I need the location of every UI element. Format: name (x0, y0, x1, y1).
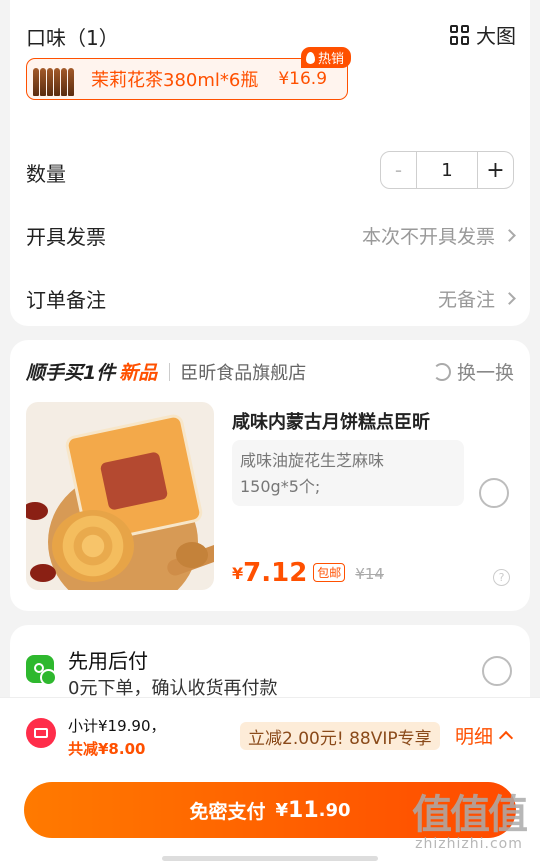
sku-option-selected[interactable]: 茉莉花茶380ml*6瓶 ¥16.9 热销 (26, 47, 351, 100)
pay-later-title: 先用后付 (68, 649, 148, 673)
chevron-up-icon (498, 730, 514, 746)
remark-selector[interactable]: 无备注 (437, 285, 516, 312)
order-options-card: 口味（1） 大图 茉莉花茶380ml*6瓶 ¥16.9 热销 数量 - 1 + … (10, 0, 530, 326)
product-price: ¥ 7.12 包邮 ¥14 (232, 560, 384, 586)
product-spec[interactable]: 咸味油旋花生芝麻味 150g*5个; (232, 440, 464, 506)
remark-label: 订单备注 (26, 288, 106, 312)
pay-amount-int: 11 (288, 797, 319, 823)
subtotal: 小计¥19.90， (68, 717, 166, 735)
big-view-button[interactable]: 大图 (450, 20, 516, 49)
grid-icon (450, 24, 470, 45)
hot-sale-badge: 热销 (300, 47, 351, 68)
decrease-button[interactable]: - (381, 152, 417, 188)
addon-header: 顺手买1件 新品 臣昕食品旗舰店 (26, 358, 306, 385)
hot-sale-label: 热销 (317, 52, 344, 67)
detail-label: 明细 (455, 726, 494, 748)
jujube (30, 564, 56, 582)
pay-later-icon (26, 655, 57, 686)
watermark-url: zhizhizhi.com (415, 836, 523, 852)
store-name[interactable]: 臣昕食品旗舰店 (180, 359, 306, 385)
flame-icon (305, 51, 315, 64)
addon-title: 顺手买1件 (26, 362, 116, 384)
pay-currency: ¥ (275, 799, 289, 821)
invoice-selector[interactable]: 本次不开具发票 (361, 222, 516, 249)
watermark: 值值值 zhizhizhi.com (412, 782, 528, 852)
pay-amount-dec: .90 (318, 799, 351, 821)
vip-promo-badge: 立减2.00元! 88VIP专享 (240, 722, 440, 750)
addon-card: 顺手买1件 新品 臣昕食品旗舰店 换一换 咸味内蒙古月饼糕点臣昕 咸味油旋花生芝… (10, 340, 530, 611)
product-name[interactable]: 咸味内蒙古月饼糕点臣昕 (232, 408, 430, 434)
increase-button[interactable]: + (477, 152, 513, 188)
price-currency: ¥ (232, 564, 244, 583)
pastry (52, 510, 134, 582)
chevron-right-icon (503, 292, 516, 305)
remark-value: 无备注 (437, 289, 495, 311)
wooden-spoon (176, 542, 208, 568)
addon-select-radio[interactable] (479, 478, 509, 508)
invoice-value: 本次不开具发票 (361, 226, 495, 248)
original-price: ¥14 (355, 565, 384, 583)
home-indicator (162, 856, 378, 861)
quantity-value[interactable]: 1 (417, 152, 477, 188)
flavor-title: 口味（1） (26, 26, 119, 50)
product-image[interactable] (26, 402, 214, 590)
invoice-label: 开具发票 (26, 225, 106, 249)
pay-later-radio[interactable] (482, 656, 512, 686)
tea-bottles-thumbnail (33, 62, 79, 96)
chevron-right-icon (503, 229, 516, 242)
big-view-label: 大图 (476, 24, 516, 48)
jujube (26, 502, 48, 520)
addon-new-tag: 新品 (119, 362, 158, 384)
detail-toggle[interactable]: 明细 (455, 722, 514, 749)
watermark-logo: 值值值 (412, 792, 528, 838)
total-reduction: 共减¥8.00 (68, 740, 146, 758)
sku-price: ¥16.9 (278, 69, 328, 89)
pay-label: 免密支付 (189, 800, 266, 823)
free-shipping-badge: 包邮 (313, 563, 346, 582)
spec-line-2: 150g*5个; (240, 477, 321, 496)
price-value: 7.12 (243, 558, 308, 588)
question-icon[interactable]: ? (493, 569, 510, 586)
quantity-label: 数量 (26, 162, 66, 186)
swap-label: 换一换 (456, 362, 514, 384)
coupon-icon (26, 718, 56, 748)
swap-button[interactable]: 换一换 (432, 358, 514, 385)
divider (169, 362, 171, 381)
sku-name: 茉莉花茶380ml*6瓶 (91, 70, 259, 91)
spec-line-1: 咸味油旋花生芝麻味 (240, 451, 385, 470)
quantity-stepper: - 1 + (380, 151, 514, 189)
refresh-icon (432, 362, 451, 381)
